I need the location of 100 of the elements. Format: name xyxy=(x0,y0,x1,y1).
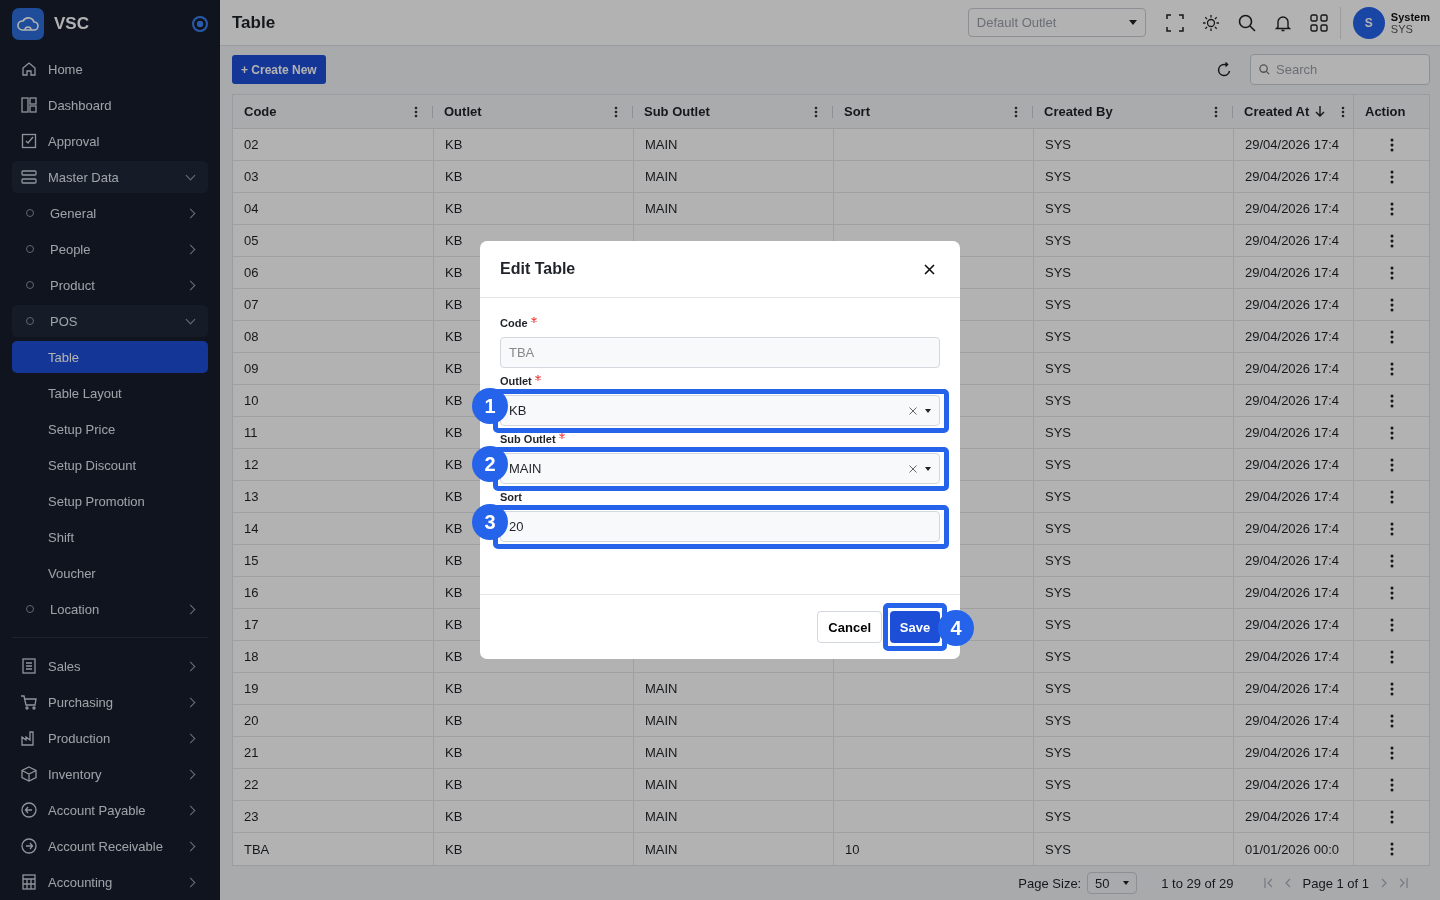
sidebar-item[interactable]: Setup Price xyxy=(12,413,208,445)
input-field[interactable]: 20 xyxy=(500,511,940,542)
arrow-left-circle-icon xyxy=(20,801,38,819)
row-menu-icon[interactable] xyxy=(1389,681,1394,696)
column-menu-icon[interactable] xyxy=(1341,105,1345,118)
select-field[interactable]: MAIN xyxy=(500,453,940,484)
sidebar-item[interactable]: Shift xyxy=(12,521,208,553)
sidebar-item[interactable]: Approval xyxy=(12,125,208,157)
column-menu-icon[interactable] xyxy=(414,105,418,118)
user-code: SYS xyxy=(1390,22,1413,35)
table-cell: 29/04/2026 17:4 xyxy=(1245,457,1339,472)
row-menu-icon[interactable] xyxy=(1389,265,1394,280)
field-label: Code xyxy=(500,317,528,329)
sun-icon[interactable] xyxy=(1201,13,1220,32)
user-avatar[interactable]: S xyxy=(1352,6,1385,39)
column-header[interactable]: Created At xyxy=(1244,104,1310,119)
sidebar-item[interactable]: Purchasing xyxy=(12,686,208,718)
row-menu-icon[interactable] xyxy=(1389,745,1394,760)
caret-icon[interactable] xyxy=(925,408,931,413)
table-cell: KB xyxy=(445,201,463,216)
column-header[interactable]: Created By xyxy=(1044,104,1113,119)
clear-icon[interactable] xyxy=(909,464,917,473)
row-menu-icon[interactable] xyxy=(1389,521,1394,536)
sidebar-item[interactable]: Home xyxy=(12,53,208,85)
fullscreen-icon[interactable] xyxy=(1165,13,1184,32)
table-cell: 02 xyxy=(244,137,259,152)
row-menu-icon[interactable] xyxy=(1389,233,1394,248)
column-menu-icon[interactable] xyxy=(1014,105,1018,118)
receipt-icon xyxy=(20,657,38,675)
column-menu-icon[interactable] xyxy=(1214,105,1218,118)
row-menu-icon[interactable] xyxy=(1389,297,1394,312)
table-cell: KB xyxy=(445,681,463,696)
page-title: Table xyxy=(232,12,277,33)
sidebar-item[interactable]: Inventory xyxy=(12,758,208,790)
table-cell: KB xyxy=(445,777,463,792)
sidebar-item[interactable]: Production xyxy=(12,722,208,754)
column-header[interactable]: Outlet xyxy=(444,104,482,119)
column-header[interactable]: Code xyxy=(244,104,277,119)
row-menu-icon[interactable] xyxy=(1389,201,1394,216)
bell-icon[interactable] xyxy=(1273,13,1292,32)
sidebar-item[interactable]: Account Receivable xyxy=(12,830,208,862)
save-button[interactable]: Save xyxy=(890,611,940,643)
select-field[interactable]: KB xyxy=(500,395,940,426)
row-menu-icon[interactable] xyxy=(1389,553,1394,568)
table-cell: 21 xyxy=(244,745,259,760)
row-menu-icon[interactable] xyxy=(1389,713,1394,728)
row-menu-icon[interactable] xyxy=(1389,457,1394,472)
row-menu-icon[interactable] xyxy=(1389,842,1394,856)
sidebar-item[interactable]: Account Payable xyxy=(12,794,208,826)
row-menu-icon[interactable] xyxy=(1389,777,1394,792)
sidebar-item[interactable]: Dashboard xyxy=(12,89,208,121)
row-menu-icon[interactable] xyxy=(1389,617,1394,632)
table-cell: 17 xyxy=(244,617,259,632)
sidebar-item[interactable]: General xyxy=(12,197,208,229)
sidebar-item[interactable]: Sales xyxy=(12,650,208,682)
column-menu-icon[interactable] xyxy=(614,105,618,118)
apps-grid-icon[interactable] xyxy=(1309,13,1328,32)
caret-icon[interactable] xyxy=(925,466,931,471)
column-header[interactable]: Sub Outlet xyxy=(644,104,710,119)
calculator-icon xyxy=(20,873,38,891)
row-menu-icon[interactable] xyxy=(1389,361,1394,376)
cart-icon xyxy=(20,693,38,711)
row-menu-icon[interactable] xyxy=(1389,649,1394,664)
sidebar-item[interactable]: Setup Discount xyxy=(12,449,208,481)
row-menu-icon[interactable] xyxy=(1389,585,1394,600)
column-header[interactable]: Action xyxy=(1365,104,1406,119)
sidebar-item[interactable]: Table xyxy=(12,341,208,373)
column-header[interactable]: Sort xyxy=(844,104,870,119)
sidebar-item[interactable]: Master Data xyxy=(12,161,208,193)
close-icon[interactable] xyxy=(924,263,935,275)
sidebar-item[interactable]: People xyxy=(12,233,208,265)
table-cell: 01/01/2026 00:0 xyxy=(1245,841,1339,857)
table-cell: SYS xyxy=(1045,265,1071,280)
cancel-button[interactable]: Cancel xyxy=(817,611,882,643)
row-menu-icon[interactable] xyxy=(1389,329,1394,344)
sidebar-item[interactable]: Accounting xyxy=(12,866,208,898)
sort-arrow-icon[interactable] xyxy=(1315,106,1326,117)
sidebar-item[interactable]: POS xyxy=(12,305,208,337)
sidebar-item[interactable]: Location xyxy=(12,593,208,625)
column-menu-icon[interactable] xyxy=(814,105,818,118)
row-menu-icon[interactable] xyxy=(1389,169,1394,184)
row-menu-icon[interactable] xyxy=(1389,137,1394,152)
sidebar-item[interactable]: Voucher xyxy=(12,557,208,589)
sidebar-item[interactable]: Product xyxy=(12,269,208,301)
sidebar-item[interactable]: Setup Promotion xyxy=(12,485,208,517)
table-cell: KB xyxy=(445,809,463,824)
row-menu-icon[interactable] xyxy=(1389,809,1394,824)
row-menu-icon[interactable] xyxy=(1389,489,1394,504)
page-size-select[interactable]: 50 xyxy=(1087,872,1138,894)
row-menu-icon[interactable] xyxy=(1389,425,1394,440)
table-cell: KB xyxy=(445,713,463,728)
row-menu-icon[interactable] xyxy=(1389,393,1394,408)
table-cell: MAIN xyxy=(645,681,678,696)
table-cell: TBA xyxy=(244,841,270,857)
create-new-button[interactable]: + Create New xyxy=(232,55,326,84)
search-icon[interactable] xyxy=(1237,13,1256,32)
clear-icon[interactable] xyxy=(909,406,917,415)
sidebar-item[interactable]: Table Layout xyxy=(12,377,208,409)
table-cell: SYS xyxy=(1045,521,1071,536)
refresh-icon[interactable] xyxy=(1216,61,1232,78)
